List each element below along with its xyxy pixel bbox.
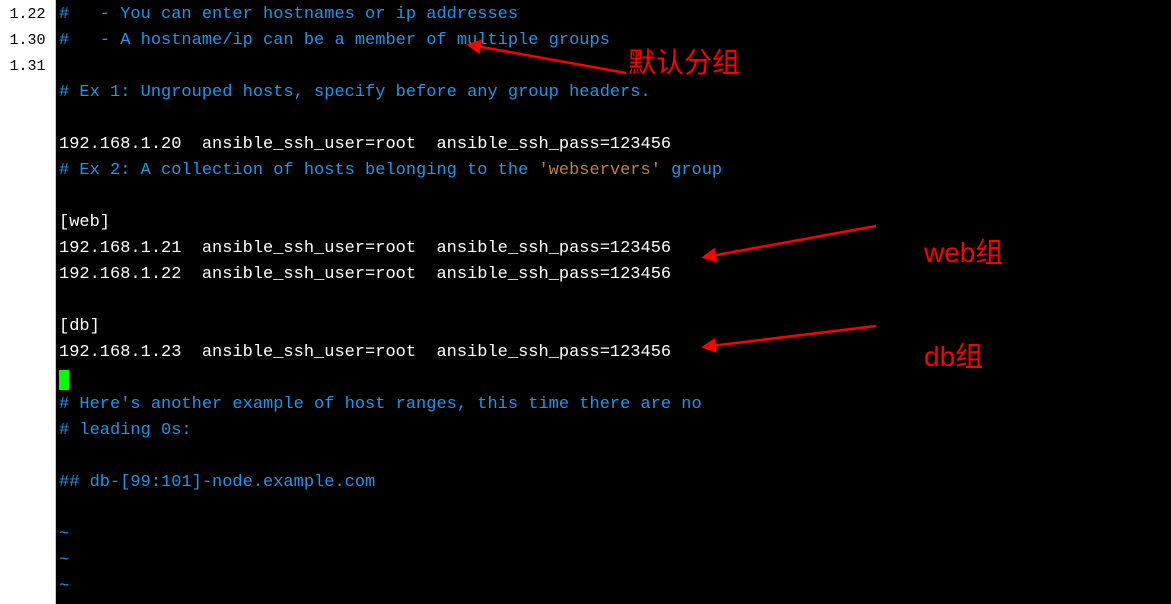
code-line xyxy=(59,54,1168,80)
line-number: 1.31 xyxy=(0,54,55,80)
code-line: # Here's another example of host ranges,… xyxy=(59,392,1168,418)
code-line xyxy=(59,184,1168,210)
line-number: 1.22 xyxy=(0,2,55,28)
code-line xyxy=(59,444,1168,470)
empty-line-marker: ~ xyxy=(59,548,1168,574)
code-line: [db] xyxy=(59,314,1168,340)
code-line: 192.168.1.23 ansible_ssh_user=root ansib… xyxy=(59,340,1168,366)
line-number-sidebar: 1.22 1.30 1.31 xyxy=(0,0,56,604)
code-line: # Ex 2: A collection of hosts belonging … xyxy=(59,158,1168,184)
code-line: 192.168.1.20 ansible_ssh_user=root ansib… xyxy=(59,132,1168,158)
code-line: 192.168.1.22 ansible_ssh_user=root ansib… xyxy=(59,262,1168,288)
code-line: [web] xyxy=(59,210,1168,236)
code-line xyxy=(59,106,1168,132)
terminal-editor[interactable]: # - You can enter hostnames or ip addres… xyxy=(56,0,1171,604)
cursor-icon xyxy=(59,370,69,390)
code-line: # - You can enter hostnames or ip addres… xyxy=(59,2,1168,28)
code-line xyxy=(59,288,1168,314)
line-number: 1.30 xyxy=(0,28,55,54)
code-line xyxy=(59,496,1168,522)
empty-line-marker: ~ xyxy=(59,522,1168,548)
code-line: 192.168.1.21 ansible_ssh_user=root ansib… xyxy=(59,236,1168,262)
code-line: # Ex 1: Ungrouped hosts, specify before … xyxy=(59,80,1168,106)
code-line: ## db-[99:101]-node.example.com xyxy=(59,470,1168,496)
empty-line-marker: ~ xyxy=(59,574,1168,600)
code-line: # - A hostname/ip can be a member of mul… xyxy=(59,28,1168,54)
code-line xyxy=(59,366,1168,392)
code-line: # leading 0s: xyxy=(59,418,1168,444)
